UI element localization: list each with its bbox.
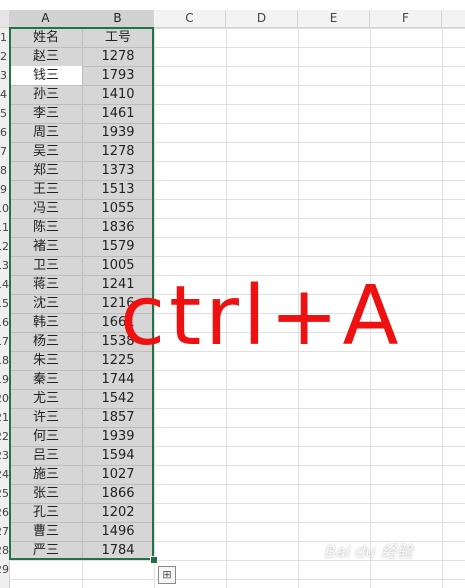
row-header[interactable]: 26	[0, 503, 9, 522]
row-header[interactable]: 19	[0, 370, 9, 389]
row-header[interactable]: 11	[0, 218, 9, 237]
row-header[interactable]: 17	[0, 332, 9, 351]
spreadsheet: A B C D E F 1234567891011121314151617181…	[0, 0, 465, 588]
row-header[interactable]: 6	[0, 123, 9, 142]
row-header[interactable]: 16	[0, 313, 9, 332]
row-header[interactable]: 15	[0, 294, 9, 313]
row-header[interactable]: 27	[0, 522, 9, 541]
column-header-f[interactable]: F	[370, 10, 442, 27]
column-header-c[interactable]: C	[154, 10, 226, 27]
column-header-a[interactable]: A	[10, 10, 82, 27]
row-header[interactable]: 20	[0, 389, 9, 408]
row-header[interactable]: 28	[0, 541, 9, 560]
row-header[interactable]: 13	[0, 256, 9, 275]
column-header-d[interactable]: D	[226, 10, 298, 27]
row-header[interactable]: 12	[0, 237, 9, 256]
column-header-e[interactable]: E	[298, 10, 370, 27]
row-header[interactable]: 5	[0, 104, 9, 123]
row-header[interactable]: 4	[0, 85, 9, 104]
row-header[interactable]: 14	[0, 275, 9, 294]
fill-handle[interactable]	[150, 556, 158, 564]
row-header[interactable]: 7	[0, 142, 9, 161]
row-header[interactable]: 23	[0, 446, 9, 465]
row-header[interactable]: 2	[0, 47, 9, 66]
grid-vline	[442, 28, 443, 588]
row-header[interactable]: 9	[0, 180, 9, 199]
row-header[interactable]: 21	[0, 408, 9, 427]
select-all-corner[interactable]	[0, 10, 10, 27]
row-header[interactable]: 8	[0, 161, 9, 180]
row-header[interactable]: 29	[0, 560, 9, 579]
row-header[interactable]: 18	[0, 351, 9, 370]
row-header[interactable]: 3	[0, 66, 9, 85]
grid-hline	[9, 579, 465, 580]
watermark: Bai du 经验	[325, 542, 413, 561]
column-header-b[interactable]: B	[82, 10, 154, 27]
row-header[interactable]: 25	[0, 484, 9, 503]
overlay-caption: ctrl+A	[120, 269, 403, 364]
quick-analysis-icon[interactable]: ⊞	[158, 566, 176, 584]
row-header[interactable]: 10	[0, 199, 9, 218]
row-header[interactable]: 1	[0, 28, 9, 47]
row-header[interactable]: 24	[0, 465, 9, 484]
row-header[interactable]: 22	[0, 427, 9, 446]
